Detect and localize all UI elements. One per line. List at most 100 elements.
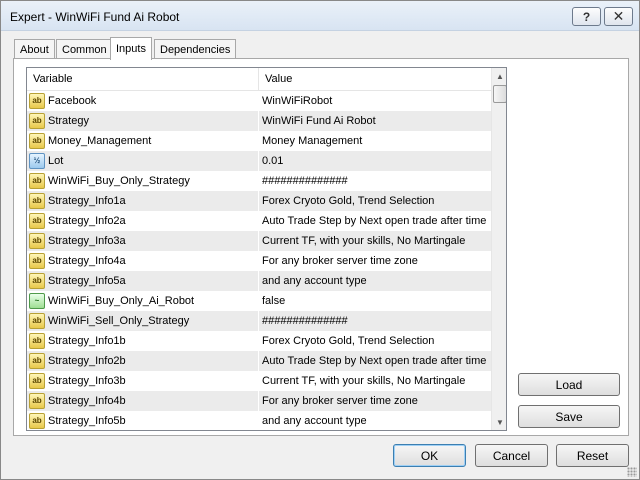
value-cell[interactable]: ############## (259, 171, 491, 191)
table-row[interactable]: ab Facebook WinWiFiRobot (27, 91, 491, 111)
string-icon: ab (29, 133, 45, 149)
variable-cell: ab Strategy_Info2b (27, 351, 259, 371)
variable-name: Strategy_Info3a (48, 235, 126, 247)
cancel-button[interactable]: Cancel (475, 444, 548, 467)
variable-name: WinWiFi_Sell_Only_Strategy (48, 315, 190, 327)
string-icon: ab (29, 253, 45, 269)
table-row[interactable]: ab Strategy_Info4a For any broker server t… (27, 251, 491, 271)
scroll-thumb[interactable] (493, 85, 506, 103)
variable-name: Strategy_Info4b (48, 395, 126, 407)
value-cell[interactable]: For any broker server time zone (259, 251, 491, 271)
variable-cell: ab WinWiFi_Sell_Only_Strategy (27, 311, 259, 331)
table-row[interactable]: ab Strategy WinWiFi Fund Ai Robot (27, 111, 491, 131)
variable-cell: ab Strategy_Info1b (27, 331, 259, 351)
value-cell[interactable]: Forex Cryoto Gold, Trend Selection (259, 331, 491, 351)
value-cell[interactable]: WinWiFi Fund Ai Robot (259, 111, 491, 131)
double-icon: ½ (29, 153, 45, 169)
tab-dependencies[interactable]: Dependencies (154, 39, 237, 59)
grid-rows: ab Facebook WinWiFiRobot ab Strategy WinWiFi … (27, 91, 491, 430)
variable-name: Strategy_Info5a (48, 275, 126, 287)
value-cell[interactable]: Forex Cryoto Gold, Trend Selection (259, 191, 491, 211)
reset-button[interactable]: Reset (556, 444, 629, 467)
table-row[interactable]: ab Strategy_Info5b and any account type (27, 411, 491, 430)
tab-inputs[interactable]: Inputs (110, 37, 152, 60)
table-row[interactable]: ab Strategy_Info4b For any broker server t… (27, 391, 491, 411)
close-button[interactable]: ✕ (604, 7, 633, 26)
variable-cell: ab Strategy_Info4b (27, 391, 259, 411)
string-icon: ab (29, 213, 45, 229)
variable-cell: ab Money_Management (27, 131, 259, 151)
variable-cell: ab WinWiFi_Buy_Only_Strategy (27, 171, 259, 191)
table-row[interactable]: ab Strategy_Info1a Forex Cryoto Gold, Tren… (27, 191, 491, 211)
string-icon: ab (29, 333, 45, 349)
bool-icon: ~ (29, 293, 45, 309)
scroll-up-icon[interactable]: ▲ (492, 68, 506, 84)
window-title: Expert - WinWiFi Fund Ai Robot (10, 10, 180, 24)
inputs-panel: Variable Value ab Facebook WinWiFiRobot ab S… (13, 58, 629, 436)
variable-cell: ab Strategy_Info4a (27, 251, 259, 271)
variable-cell: ~ WinWiFi_Buy_Only_Ai_Robot (27, 291, 259, 311)
value-cell[interactable]: Current TF, with your skills, No Marting… (259, 231, 491, 251)
title-bar[interactable]: Expert - WinWiFi Fund Ai Robot ? ✕ (1, 1, 639, 31)
value-cell[interactable]: 0.01 (259, 151, 491, 171)
value-cell[interactable]: ############## (259, 311, 491, 331)
table-row[interactable]: ab Strategy_Info5a and any account type (27, 271, 491, 291)
string-icon: ab (29, 273, 45, 289)
scroll-down-icon[interactable]: ▼ (492, 414, 506, 430)
value-cell[interactable]: and any account type (259, 411, 491, 430)
table-row[interactable]: ~ WinWiFi_Buy_Only_Ai_Robot false (27, 291, 491, 311)
value-cell[interactable]: and any account type (259, 271, 491, 291)
variable-name: Facebook (48, 95, 97, 107)
table-row[interactable]: ½ Lot 0.01 (27, 151, 491, 171)
column-header-variable[interactable]: Variable (27, 68, 259, 91)
variable-name: Strategy_Info4a (48, 255, 126, 267)
value-cell[interactable]: Auto Trade Step by Next open trade after… (259, 351, 491, 371)
string-icon: ab (29, 413, 45, 429)
variable-name: WinWiFi_Buy_Only_Strategy (48, 175, 190, 187)
table-row[interactable]: ab Strategy_Info1b Forex Cryoto Gold, Tren… (27, 331, 491, 351)
value-cell[interactable]: For any broker server time zone (259, 391, 491, 411)
help-button[interactable]: ? (572, 7, 601, 26)
string-icon: ab (29, 373, 45, 389)
string-icon: ab (29, 93, 45, 109)
variable-name: Strategy_Info5b (48, 415, 126, 427)
variable-cell: ½ Lot (27, 151, 259, 171)
table-row[interactable]: ab WinWiFi_Sell_Only_Strategy ############… (27, 311, 491, 331)
resize-grip-icon[interactable] (627, 467, 637, 477)
help-icon: ? (582, 9, 591, 24)
expert-dialog: Expert - WinWiFi Fund Ai Robot ? ✕ About… (0, 0, 640, 480)
vertical-scrollbar[interactable]: ▲ ▼ (491, 68, 506, 430)
table-row[interactable]: ab Strategy_Info3a Current TF, with your s… (27, 231, 491, 251)
tab-about[interactable]: About (14, 39, 55, 59)
string-icon: ab (29, 173, 45, 189)
table-row[interactable]: ab Strategy_Info2b Auto Trade Step by Next… (27, 351, 491, 371)
save-button[interactable]: Save (518, 405, 620, 428)
variable-name: Strategy_Info3b (48, 375, 126, 387)
close-icon: ✕ (612, 8, 625, 24)
variable-name: Strategy_Info2b (48, 355, 126, 367)
table-row[interactable]: ab Money_Management Money Management (27, 131, 491, 151)
value-cell[interactable]: Current TF, with your skills, No Marting… (259, 371, 491, 391)
table-row[interactable]: ab Strategy_Info2a Auto Trade Step by Next… (27, 211, 491, 231)
value-cell[interactable]: WinWiFiRobot (259, 91, 491, 111)
load-button[interactable]: Load (518, 373, 620, 396)
inputs-grid: Variable Value ab Facebook WinWiFiRobot ab S… (26, 67, 507, 431)
string-icon: ab (29, 233, 45, 249)
string-icon: ab (29, 353, 45, 369)
string-icon: ab (29, 313, 45, 329)
variable-cell: ab Facebook (27, 91, 259, 111)
variable-name: Strategy_Info1a (48, 195, 126, 207)
ok-button[interactable]: OK (393, 444, 466, 467)
variable-name: Strategy (48, 115, 89, 127)
table-row[interactable]: ab WinWiFi_Buy_Only_Strategy #############… (27, 171, 491, 191)
value-cell[interactable]: false (259, 291, 491, 311)
variable-name: Strategy_Info2a (48, 215, 126, 227)
table-row[interactable]: ab Strategy_Info3b Current TF, with your s… (27, 371, 491, 391)
column-header-value[interactable]: Value (259, 68, 491, 91)
tab-common[interactable]: Common (56, 39, 113, 59)
value-cell[interactable]: Auto Trade Step by Next open trade after… (259, 211, 491, 231)
grid-header: Variable Value (27, 68, 491, 91)
variable-name: Lot (48, 155, 64, 167)
value-cell[interactable]: Money Management (259, 131, 491, 151)
variable-name: Money_Management (48, 135, 152, 147)
